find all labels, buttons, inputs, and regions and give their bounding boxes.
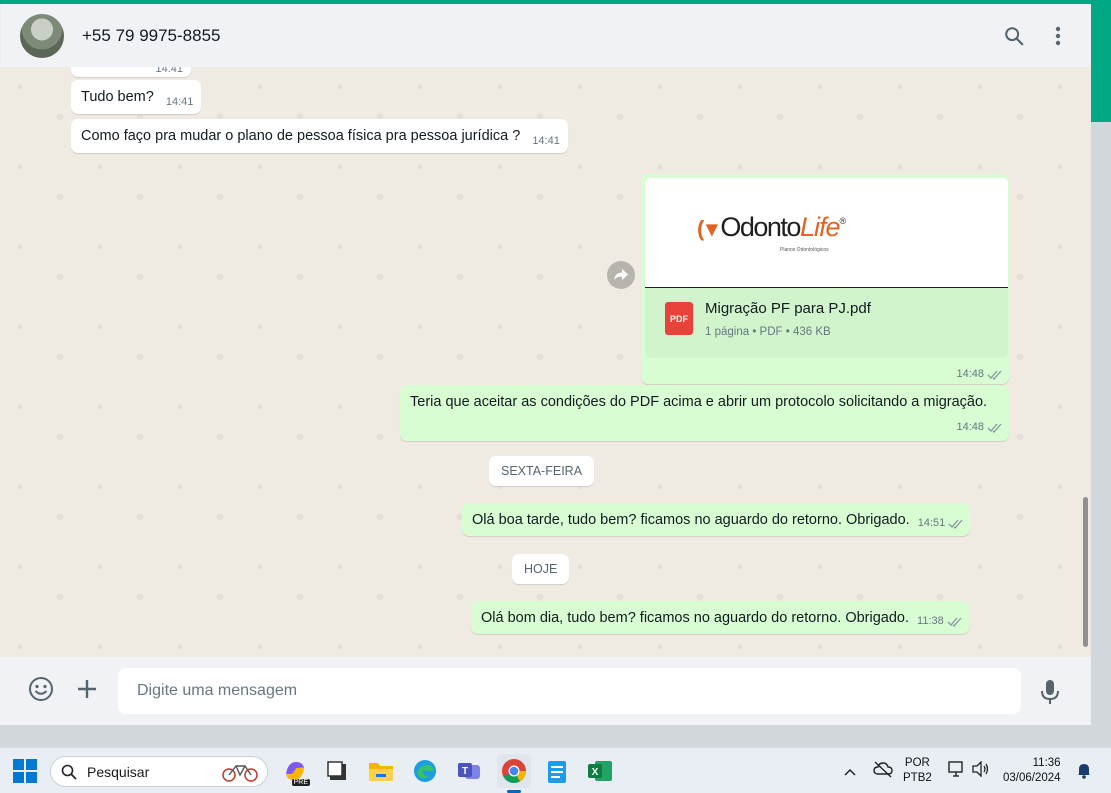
windows-start-icon[interactable] xyxy=(13,759,37,788)
menu-dots-icon[interactable] xyxy=(1055,26,1061,46)
copilot-badge: PRE xyxy=(291,779,310,786)
message-outgoing[interactable]: Olá boa tarde, tudo bem? ficamos no agua… xyxy=(462,503,971,536)
logo-tagline: Planos Odontológicos xyxy=(780,247,829,253)
message-outgoing[interactable]: Olá bom dia, tudo bem? ficamos no aguard… xyxy=(471,601,969,634)
forward-icon xyxy=(614,269,628,281)
message-text: Olá bom dia, tudo bem? ficamos no aguard… xyxy=(481,610,910,626)
notepad-icon[interactable] xyxy=(542,756,572,786)
message-time: 11:38 xyxy=(917,615,944,627)
message-input[interactable]: Digite uma mensagem xyxy=(118,668,1021,714)
odontolife-logo: (▾ Odonto Life ® xyxy=(697,212,847,242)
side-gutter xyxy=(1091,122,1111,747)
teams-icon[interactable]: T xyxy=(454,756,484,786)
message-time: 14:48 xyxy=(956,368,984,380)
message-time: 14:41 xyxy=(155,67,183,75)
chat-header[interactable]: +55 79 9975-8855 xyxy=(0,4,1091,67)
message-text: Tudo bem? xyxy=(81,89,154,105)
message-incoming[interactable]: Tudo bem? 14:41 xyxy=(71,80,202,114)
notification-bell-icon[interactable] xyxy=(1077,761,1091,784)
taskbar-search-label: Pesquisar xyxy=(87,763,150,780)
file-explorer-icon[interactable] xyxy=(366,756,396,786)
date-separator: HOJE xyxy=(512,554,570,584)
svg-text:X: X xyxy=(592,767,599,778)
chrome-icon[interactable] xyxy=(497,754,531,793)
message-composer: Digite uma mensagem xyxy=(0,657,1091,725)
message-text: Olá boa tarde, tudo bem? ficamos no agua… xyxy=(472,512,910,528)
message-incoming[interactable]: Como faço pra mudar o plano de pessoa fí… xyxy=(71,119,568,153)
emoji-icon[interactable] xyxy=(28,676,54,707)
bicycle-icon xyxy=(221,762,259,785)
excel-icon[interactable]: X xyxy=(585,756,615,786)
message-text: Teria que aceitar as condições do PDF ac… xyxy=(410,394,988,410)
read-receipt-icon xyxy=(948,519,963,529)
message-time: 14:41 xyxy=(532,135,560,147)
date-separator: SEXTA-FEIRA xyxy=(489,456,595,486)
volume-icon[interactable] xyxy=(972,760,990,782)
copilot-icon[interactable]: PRE xyxy=(280,756,310,786)
windows-taskbar: Pesquisar PRE T X POR PTB2 11:36 03/06/2… xyxy=(0,747,1111,793)
edge-browser-icon[interactable] xyxy=(410,756,440,786)
clock[interactable]: 11:36 03/06/2024 xyxy=(1003,756,1061,786)
document-filename: Migração PF para PJ.pdf xyxy=(705,300,871,317)
avatar[interactable] xyxy=(20,13,64,58)
contact-name[interactable]: +55 79 9975-8855 xyxy=(82,26,221,46)
accent-side-strip xyxy=(1091,4,1111,122)
search-icon xyxy=(61,764,77,780)
message-outgoing[interactable]: Teria que aceitar as condições do PDF ac… xyxy=(400,385,1009,441)
language-code: POR xyxy=(904,757,930,769)
message-incoming-partial[interactable]: 14:41 xyxy=(71,67,191,77)
message-time: 14:48 xyxy=(956,421,984,433)
network-icon[interactable] xyxy=(948,761,966,782)
pdf-file-icon: PDF xyxy=(665,302,693,335)
message-time: 14:51 xyxy=(917,517,946,529)
microphone-icon[interactable] xyxy=(1040,679,1060,710)
task-view-icon[interactable] xyxy=(322,756,352,786)
search-icon[interactable] xyxy=(1003,25,1025,47)
read-receipt-icon xyxy=(987,370,1002,380)
document-preview[interactable]: (▾ Odonto Life ® Planos Odontológicos xyxy=(645,178,1008,288)
read-receipt-icon xyxy=(947,617,962,627)
chevron-up-icon[interactable] xyxy=(844,763,856,781)
message-time: 14:41 xyxy=(165,96,194,108)
scrollbar[interactable] xyxy=(1083,497,1088,647)
keyboard-layout: PTB2 xyxy=(903,772,932,784)
read-receipt-icon xyxy=(987,423,1002,433)
whatsapp-window: +55 79 9975-8855 14:41 Tudo bem? 14:41 C… xyxy=(0,0,1111,747)
keyboard-language[interactable]: POR PTB2 xyxy=(903,756,932,786)
document-info[interactable]: PDF Migração PF para PJ.pdf 1 página • P… xyxy=(645,288,1008,358)
plus-icon[interactable] xyxy=(76,678,98,705)
onedrive-offline-icon[interactable] xyxy=(873,760,893,783)
clock-date: 03/06/2024 xyxy=(1003,772,1061,784)
taskbar-search[interactable]: Pesquisar xyxy=(50,756,268,787)
svg-text:T: T xyxy=(462,766,468,777)
clock-time: 11:36 xyxy=(1032,757,1061,769)
message-outgoing-document[interactable]: (▾ Odonto Life ® Planos Odontológicos PDF M… xyxy=(641,174,1009,384)
chat-panel: +55 79 9975-8855 14:41 Tudo bem? 14:41 C… xyxy=(0,4,1091,747)
document-meta: 1 página • PDF • 436 KB xyxy=(705,326,831,338)
forward-button[interactable] xyxy=(607,261,635,289)
message-list[interactable]: 14:41 Tudo bem? 14:41 Como faço pra muda… xyxy=(0,67,1091,657)
message-text: Como faço pra mudar o plano de pessoa fí… xyxy=(81,128,521,144)
